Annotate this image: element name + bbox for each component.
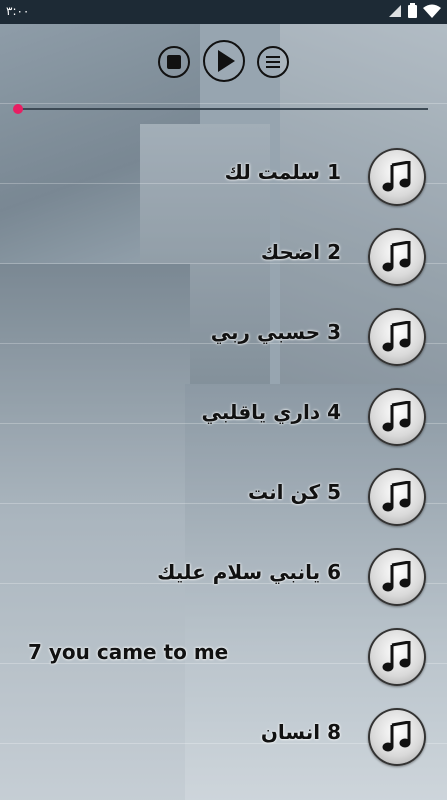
stop-icon [167, 55, 181, 69]
song-title: 4 داري ياقلبي [201, 400, 342, 424]
song-item[interactable]: 2 اضحك [0, 216, 447, 296]
status-time: ٣:٠٠ [6, 4, 30, 18]
song-item[interactable]: 1 سلمت لك [0, 136, 447, 216]
song-list: 1 سلمت لك 2 اضحك 3 حسبي ربي 4 داري ياقلب… [0, 136, 447, 776]
signal-icon [388, 4, 402, 18]
song-title: 8 انسان [260, 720, 341, 744]
music-note-icon [368, 628, 426, 686]
music-note-icon [368, 468, 426, 526]
stop-button[interactable] [158, 46, 190, 78]
battery-icon [408, 3, 417, 18]
song-item[interactable]: 8 انسان [0, 696, 447, 776]
music-note-icon [368, 148, 426, 206]
player-controls [0, 40, 447, 84]
play-icon [218, 50, 235, 72]
song-title: 6 يانبي سلام عليك [157, 560, 341, 584]
wifi-icon [423, 4, 441, 18]
song-item[interactable]: 3 حسبي ربي [0, 296, 447, 376]
song-title: 5 كن انت [247, 480, 341, 504]
music-note-icon [368, 708, 426, 766]
song-title: 2 اضحك [260, 240, 341, 264]
song-title: 7 you came to me [28, 640, 229, 664]
song-item[interactable]: 6 يانبي سلام عليك [0, 536, 447, 616]
status-bar: ٣:٠٠ [0, 0, 447, 24]
song-item[interactable]: 4 داري ياقلبي [0, 376, 447, 456]
music-note-icon [368, 388, 426, 446]
play-button[interactable] [203, 40, 245, 82]
playlist-menu-button[interactable] [257, 46, 289, 78]
song-title: 3 حسبي ربي [210, 320, 341, 344]
music-note-icon [368, 548, 426, 606]
seek-bar-thumb[interactable] [13, 104, 23, 114]
song-item[interactable]: 7 you came to me [0, 616, 447, 696]
song-title: 1 سلمت لك [224, 160, 341, 184]
music-note-icon [368, 228, 426, 286]
seek-bar[interactable] [13, 104, 428, 114]
music-note-icon [368, 308, 426, 366]
song-item[interactable]: 5 كن انت [0, 456, 447, 536]
